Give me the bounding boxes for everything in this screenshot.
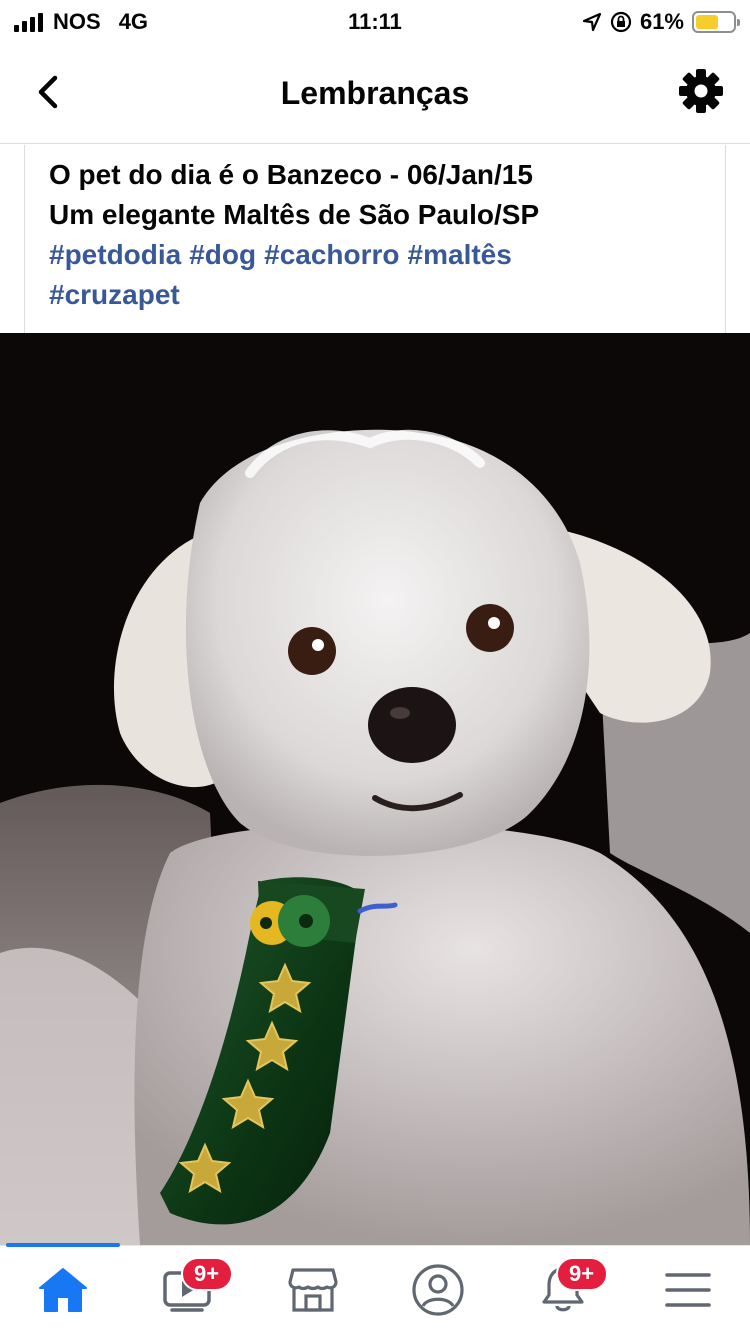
marketplace-icon [287,1268,338,1312]
hashtag-link[interactable]: #petdodia [49,239,181,270]
carrier-label: NOS [53,9,101,34]
dog-photo-image [0,333,750,1245]
nav-watch[interactable]: 9+ [153,1255,233,1325]
hashtags: #petdodia #dog #cachorro #maltês #cruzapet [49,235,701,315]
post-line-2: Um elegante Maltês de São Paulo/SP [49,199,540,230]
post-photo[interactable] [0,333,750,1245]
post-line-1: O pet do dia é o Banzeco - 06/Jan/15 [49,159,533,190]
status-bar: NOS 4G 11:11 61% [0,0,750,44]
orientation-lock-icon [610,11,632,33]
hashtag-link[interactable]: #cruzapet [49,279,180,310]
status-left: NOS 4G [14,9,148,35]
settings-button[interactable] [678,68,724,114]
status-right: 61% [582,9,740,35]
nav-home[interactable] [28,1255,98,1325]
page-title: Lembranças [280,75,470,111]
battery-icon [692,11,740,33]
battery-percent: 61% [639,9,684,34]
notification-badge: 9+ [180,1257,233,1291]
home-icon [38,1268,87,1312]
active-tab-indicator [6,1243,120,1247]
hashtag-link[interactable]: #maltês [408,239,512,270]
chevron-left-icon [38,75,58,109]
back-button[interactable] [28,72,68,112]
post-text: O pet do dia é o Banzeco - 06/Jan/15 Um … [24,145,726,333]
menu-icon [664,1273,711,1307]
nav-marketplace[interactable] [278,1255,348,1325]
notification-badge: 9+ [555,1257,608,1291]
nav-menu[interactable] [653,1255,723,1325]
location-arrow-icon [582,12,602,32]
battery-fill [696,15,718,29]
signal-icon [14,12,43,32]
nav-notifications[interactable]: 9+ [528,1255,608,1325]
nav-profile[interactable] [403,1255,473,1325]
hashtag-link[interactable]: #cachorro [264,239,399,270]
header: Lembranças [0,44,750,144]
profile-icon [411,1264,464,1316]
bottom-nav: 9+ 9+ [0,1243,750,1334]
hashtag-link[interactable]: #dog [189,239,256,270]
network-label: 4G [118,9,149,34]
gear-icon [679,69,723,113]
